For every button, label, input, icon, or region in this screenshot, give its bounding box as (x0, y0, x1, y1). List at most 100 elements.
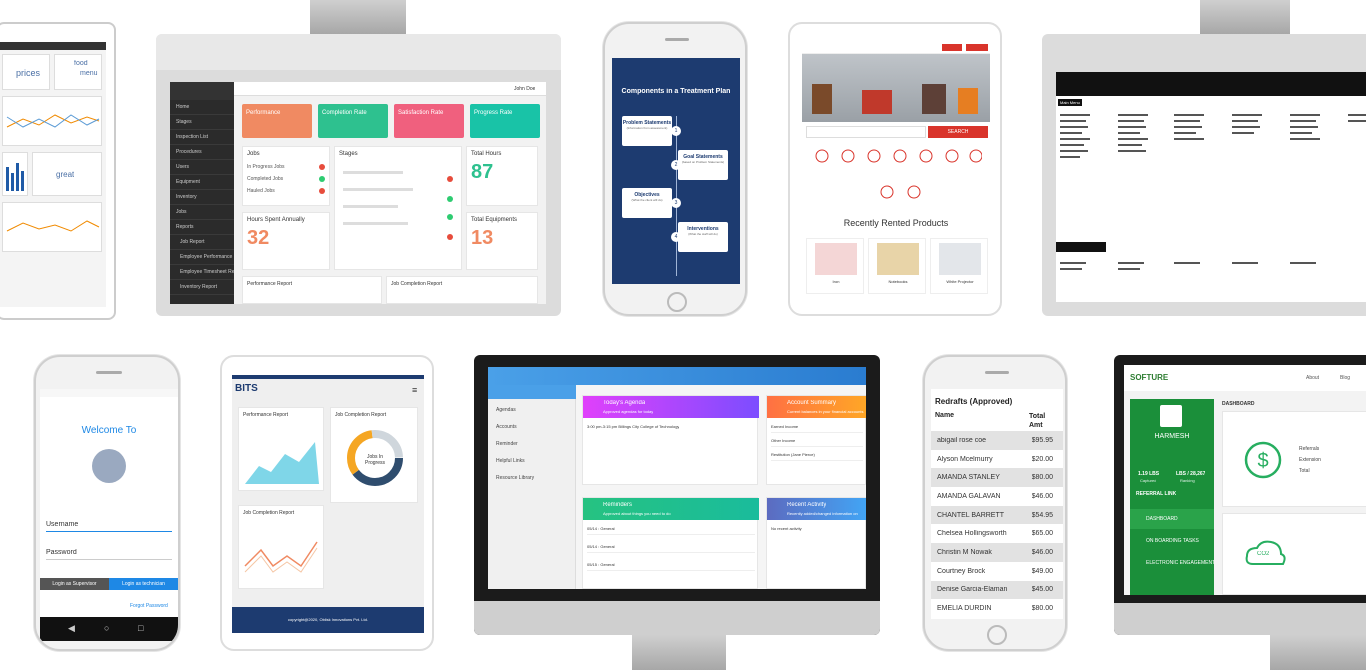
sidebar-item[interactable]: Users (170, 160, 234, 175)
product-name: Iron (832, 279, 840, 284)
main-menu-label: Main Menu (1058, 99, 1082, 106)
password-field[interactable] (46, 559, 172, 560)
status-dot (319, 176, 325, 182)
forgot-password-link[interactable]: Forgot Password (130, 603, 168, 609)
home-nav-icon[interactable]: ○ (104, 623, 109, 633)
sidebar-item[interactable]: Inventory (170, 190, 234, 205)
search-button[interactable]: SEARCH (928, 126, 988, 138)
word-prices: prices (16, 68, 41, 78)
admin-links (1060, 114, 1366, 158)
sidebar-item[interactable]: Job Report (170, 235, 234, 250)
kpi-card: Satisfaction Rate (394, 104, 464, 138)
referral-link[interactable]: REFERRAL LINK (1136, 491, 1176, 497)
product-image (939, 243, 981, 275)
phone-login: Welcome To Username Password Login as Su… (34, 355, 180, 651)
stat2: LBS / 28,267 (1176, 471, 1206, 477)
col-total-amt: Total Amt (1029, 413, 1046, 429)
login-supervisor-button[interactable]: Login as Supervisor (40, 578, 109, 590)
agenda-sub: Approved agendas for today (603, 409, 654, 414)
row-amount: $45.00 (1031, 586, 1053, 594)
treatment-sub: (based on Problem Statements) (681, 160, 725, 164)
imac-sidebar-item[interactable]: Accounts (488, 419, 575, 436)
recent-apps-icon[interactable]: □ (138, 623, 143, 633)
kpi-card-label: Completion Rate (322, 110, 367, 116)
imac-sidebar-item[interactable]: Agendas (488, 402, 575, 419)
activity-sub: Recently added/changed information on (787, 511, 858, 516)
welcome-text: Welcome To (81, 425, 137, 436)
sidebar-item[interactable]: Stages (170, 115, 234, 130)
row-amount: $80.00 (1031, 605, 1053, 613)
sidebar-item[interactable]: Procedures (170, 145, 234, 160)
menu-icon[interactable]: ≡ (412, 385, 417, 395)
imac-sidebar-item[interactable]: Resource Library (488, 470, 575, 487)
table-row: CHANTEL BARRETT $54.95 (931, 505, 1063, 525)
sidebar-item[interactable]: Employee Performance Report (170, 250, 234, 265)
jobs-item: In Progress Jobs (247, 164, 285, 170)
reminder-item: 05/14 : General (587, 544, 755, 553)
sidebar-item[interactable]: Inventory Report (170, 280, 234, 295)
sidebar-item[interactable]: Inspection List (170, 130, 234, 145)
table-row: Denise Garcia-Elaman $45.00 (931, 580, 1063, 600)
table-row: Chelsea Hollingsworth $65.00 (931, 524, 1063, 544)
row-amount: $95.95 (1031, 436, 1053, 444)
bar-chart-thumb (6, 163, 24, 191)
total-hours-title: Total Hours (471, 151, 502, 157)
step-number: 3 (671, 198, 681, 208)
row-name: Christin M Nowak (937, 548, 992, 556)
kpi-card-label: Satisfaction Rate (398, 110, 444, 116)
sidebar-item[interactable]: Jobs (170, 205, 234, 220)
green-menu-item[interactable]: DASHBOARD (1130, 509, 1214, 529)
row-amount: $46.00 (1031, 492, 1053, 500)
sidebar-item[interactable]: Equipment (170, 175, 234, 190)
row-name: EMELIA DURDIN (937, 605, 992, 613)
product-card[interactable]: Iron (806, 238, 864, 294)
product-card[interactable]: White Projector (930, 238, 988, 294)
row-name: Chelsea Hollingsworth (937, 530, 1007, 538)
treatment-sub: (Information from assessment) (626, 126, 668, 130)
sidebar-item[interactable]: Reports (170, 220, 234, 235)
jobs-item: Hauled Jobs (247, 188, 275, 194)
stat2-label: Ranking (1180, 478, 1195, 483)
sidebar-item[interactable]: Employee Timesheet Report (170, 265, 234, 280)
svg-text:$: $ (1257, 450, 1268, 472)
total-equipments-title: Total Equipments (471, 217, 518, 223)
green-menu-item[interactable]: ELECTRONIC ENGAGEMENT (1130, 553, 1214, 573)
table-row: EMELIA DURDIN $80.00 (931, 599, 1063, 618)
nav-blog[interactable]: Blog (1340, 375, 1350, 381)
account-sub: Current balances in your financial accou… (787, 409, 864, 414)
login-technician-button[interactable]: Login as technician (109, 578, 178, 590)
recent-products-title: Recently Rented Products (843, 218, 949, 228)
nav-about[interactable]: About (1306, 375, 1319, 381)
back-icon[interactable]: ◀ (68, 623, 75, 634)
imac-sidebar-item[interactable]: Helpful Links (488, 453, 575, 470)
product-name: White Projector (946, 279, 974, 284)
stat1: 1.19 LBS (1138, 471, 1160, 477)
performance-report-title: Performance Report (247, 281, 293, 287)
kpi-card-label: Performance (246, 110, 281, 116)
user-name: John Doe (514, 86, 536, 92)
green-menu-item[interactable]: ON BOARDING TASKS (1130, 531, 1214, 551)
reminder-item: 05/15 : General (587, 562, 755, 571)
reminders-sub: Approved about things you need to do (603, 511, 671, 516)
imac-right-stand (1270, 635, 1366, 670)
app-logo (92, 449, 126, 483)
job-completion-title: Job Completion Report (335, 412, 387, 418)
stat-label: Extension (1299, 457, 1321, 463)
tablet-rental: SEARCH Recently Rented Products Iron Note… (788, 22, 1002, 316)
row-amount: $80.00 (1031, 474, 1053, 482)
treatment-sub: (What the client will do) (631, 198, 663, 202)
table-row: Alyson Mcelmurry $20.00 (931, 449, 1063, 469)
username-field[interactable] (46, 531, 172, 532)
hours-annually-value: 32 (247, 227, 270, 249)
stat-label: Referrals (1299, 446, 1320, 452)
stand-left (310, 0, 406, 34)
table-row: AMANDA GALAVAN $46.00 (931, 487, 1063, 506)
imac-sidebar-item[interactable]: Reminder (488, 436, 575, 453)
treatment-title: Components in a Treatment Plan (621, 88, 731, 95)
phone-redrafts: Redrafts (Approved) Name Total Amt abiga… (923, 355, 1067, 651)
area-chart (245, 442, 319, 484)
kpi-card: Completion Rate (318, 104, 388, 138)
sidebar-item[interactable]: Home (170, 100, 234, 115)
product-card[interactable]: Notebooks (868, 238, 926, 294)
monitor-left-partial: prices food menu great (0, 22, 116, 320)
